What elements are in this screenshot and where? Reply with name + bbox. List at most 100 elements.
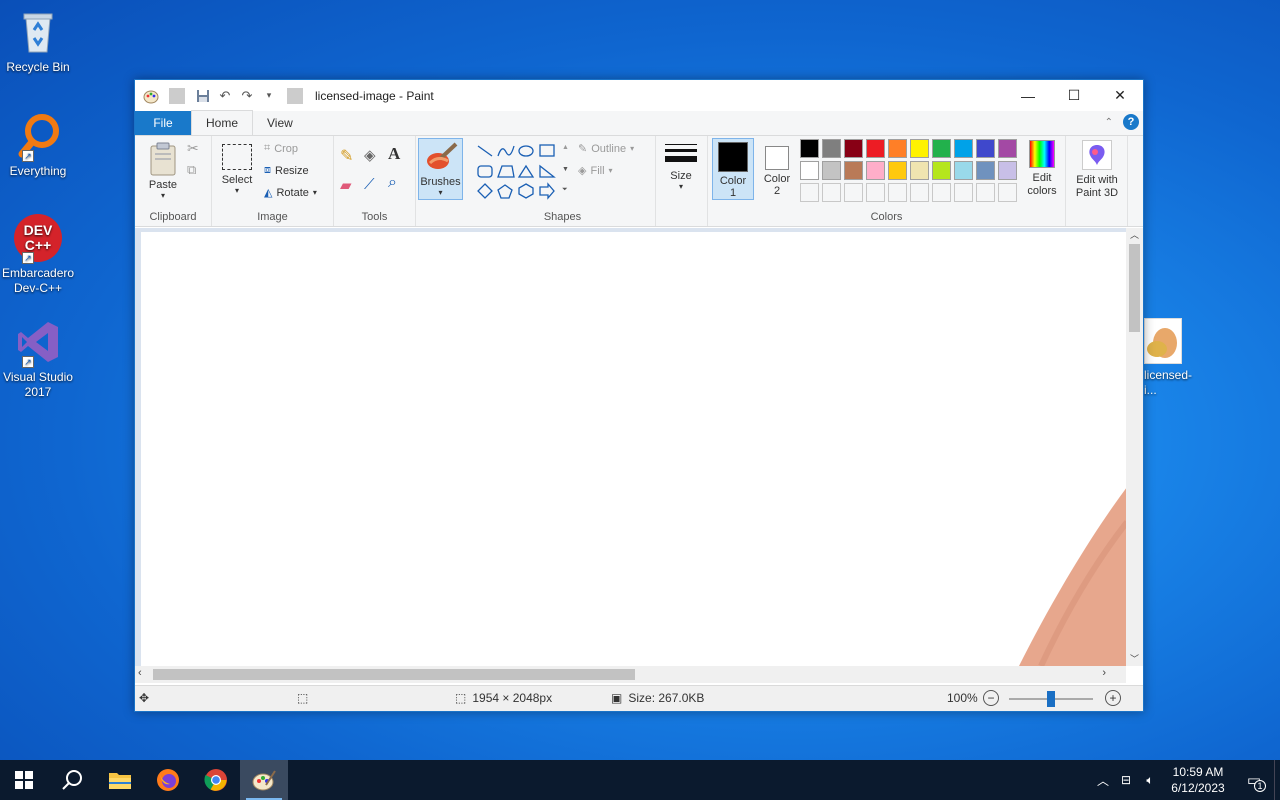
shapes-gallery[interactable]	[476, 142, 560, 202]
palette-color-swatch[interactable]	[998, 139, 1017, 158]
edit-colors-button[interactable]: Edit colors	[1022, 140, 1062, 198]
redo-icon[interactable]: ↷	[239, 88, 255, 104]
save-icon[interactable]	[195, 88, 211, 104]
taskbar-chrome[interactable]	[192, 760, 240, 800]
scroll-right-arrow-icon[interactable]: ›	[1102, 667, 1106, 679]
eraser-icon[interactable]: ▰	[340, 176, 352, 194]
palette-color-swatch[interactable]	[976, 139, 995, 158]
palette-empty-slot[interactable]	[932, 183, 951, 202]
tab-home[interactable]: Home	[191, 110, 254, 135]
palette-color-swatch[interactable]	[844, 161, 863, 180]
desktop-icon-recycle-bin[interactable]: Recycle Bin	[2, 8, 74, 75]
palette-color-swatch[interactable]	[888, 161, 907, 180]
volume-muted-icon[interactable]: 🔈︎	[1138, 773, 1162, 788]
fill-button[interactable]: ◈ Fill ▾	[578, 164, 613, 178]
minimize-button[interactable]: —	[1005, 80, 1051, 111]
desktop-icon-licensed-image[interactable]: licensed-i...	[1136, 318, 1200, 398]
palette-color-swatch[interactable]	[910, 161, 929, 180]
show-desktop-button[interactable]	[1274, 760, 1280, 800]
horizontal-scroll-thumb[interactable]	[153, 669, 635, 680]
palette-color-swatch[interactable]	[976, 161, 995, 180]
taskbar-paint[interactable]	[240, 760, 288, 800]
scroll-up-arrow-icon[interactable]: ︿	[1126, 228, 1143, 242]
palette-color-swatch[interactable]	[888, 139, 907, 158]
scroll-left-arrow-icon[interactable]: ‹	[138, 667, 142, 679]
paint-app-icon[interactable]	[143, 88, 159, 104]
paste-button[interactable]: Paste ▾	[143, 142, 183, 200]
scroll-down-icon[interactable]: ▼	[562, 166, 569, 173]
color2-button[interactable]: Color 2	[758, 138, 796, 200]
palette-color-swatch[interactable]	[998, 161, 1017, 180]
undo-icon[interactable]: ↶	[217, 88, 233, 104]
outline-button[interactable]: ✎ Outline ▾	[578, 142, 634, 156]
search-button[interactable]	[48, 760, 96, 800]
zoom-slider-thumb[interactable]	[1047, 691, 1055, 707]
palette-empty-slot[interactable]	[822, 183, 841, 202]
desktop-icon-visual-studio[interactable]: ↗ Visual Studio 2017	[2, 318, 74, 400]
title-bar[interactable]: ↶ ↷ ▾ licensed-image - Paint — ☐ ✕	[135, 80, 1143, 111]
palette-empty-slot[interactable]	[844, 183, 863, 202]
palette-color-swatch[interactable]	[822, 139, 841, 158]
show-hidden-icons-chevron-icon[interactable]: ︿	[1092, 772, 1114, 789]
vertical-scroll-thumb[interactable]	[1129, 244, 1140, 332]
collapse-ribbon-chevron-icon[interactable]: ⌃	[1105, 117, 1113, 128]
desktop-icon-devcpp[interactable]: DEV C++ ↗ Embarcadero Dev-C++	[2, 214, 74, 296]
taskbar-file-explorer[interactable]	[96, 760, 144, 800]
palette-color-swatch[interactable]	[866, 139, 885, 158]
copy-icon[interactable]: ⧉	[187, 162, 196, 178]
color1-button[interactable]: Color 1	[712, 138, 754, 200]
palette-color-swatch[interactable]	[844, 139, 863, 158]
rotate-button[interactable]: ◭ Rotate ▾	[264, 186, 317, 200]
scroll-up-icon[interactable]: ▲	[562, 144, 569, 151]
palette-color-swatch[interactable]	[954, 161, 973, 180]
palette-empty-slot[interactable]	[976, 183, 995, 202]
desktop-icon-everything[interactable]: ↗ Everything	[2, 112, 74, 179]
horizontal-scrollbar[interactable]: ‹ ›	[135, 666, 1126, 683]
palette-color-swatch[interactable]	[932, 161, 951, 180]
palette-color-swatch[interactable]	[954, 139, 973, 158]
expand-gallery-icon[interactable]: ⏷	[562, 186, 568, 194]
palette-color-swatch[interactable]	[822, 161, 841, 180]
action-center-button[interactable]: ▭ 1	[1234, 760, 1274, 800]
tab-view[interactable]: View	[253, 111, 307, 135]
palette-empty-slot[interactable]	[800, 183, 819, 202]
magnifier-icon[interactable]: ⌕	[388, 174, 397, 192]
palette-color-swatch[interactable]	[932, 139, 951, 158]
palette-color-swatch[interactable]	[866, 161, 885, 180]
palette-color-swatch[interactable]	[800, 139, 819, 158]
start-button[interactable]	[0, 760, 48, 800]
brushes-button[interactable]: Brushes ▾	[418, 138, 463, 200]
select-button[interactable]: Select ▾	[220, 142, 254, 195]
clock[interactable]: 10:59 AM 6/12/2023	[1162, 764, 1234, 796]
edit-with-paint3d-button[interactable]: Edit with Paint 3D	[1068, 140, 1126, 200]
zoom-slider[interactable]	[1009, 691, 1093, 707]
network-icon[interactable]: ⊟	[1114, 773, 1138, 787]
crop-label: Crop	[274, 142, 299, 155]
close-button[interactable]: ✕	[1097, 80, 1143, 111]
palette-empty-slot[interactable]	[910, 183, 929, 202]
palette-empty-slot[interactable]	[998, 183, 1017, 202]
pencil-icon[interactable]: ✎	[340, 146, 353, 166]
palette-color-swatch[interactable]	[910, 139, 929, 158]
scroll-down-arrow-icon[interactable]: ﹀	[1126, 652, 1143, 666]
palette-color-swatch[interactable]	[800, 161, 819, 180]
tab-file[interactable]: File	[135, 111, 191, 135]
zoom-out-button[interactable]: −	[983, 690, 999, 706]
color-picker-icon[interactable]: ⟋	[364, 176, 375, 193]
text-tool-icon[interactable]: A	[388, 144, 400, 164]
vertical-scrollbar[interactable]: ︿ ﹀	[1126, 228, 1143, 666]
cut-icon[interactable]: ✂	[187, 140, 199, 157]
maximize-button[interactable]: ☐	[1051, 80, 1097, 111]
palette-empty-slot[interactable]	[866, 183, 885, 202]
help-icon[interactable]: ?	[1123, 114, 1139, 130]
palette-empty-slot[interactable]	[888, 183, 907, 202]
resize-button[interactable]: ⧈ Resize	[264, 164, 309, 177]
taskbar-firefox[interactable]	[144, 760, 192, 800]
size-button[interactable]: Size ▾	[664, 144, 698, 191]
palette-empty-slot[interactable]	[954, 183, 973, 202]
drawing-canvas[interactable]	[141, 232, 1127, 666]
customize-qa-chevron-icon[interactable]: ▾	[261, 88, 277, 104]
zoom-in-button[interactable]: +	[1105, 690, 1121, 706]
crop-button[interactable]: ⌗ Crop	[264, 142, 298, 155]
fill-bucket-icon[interactable]: ◈	[364, 146, 376, 164]
